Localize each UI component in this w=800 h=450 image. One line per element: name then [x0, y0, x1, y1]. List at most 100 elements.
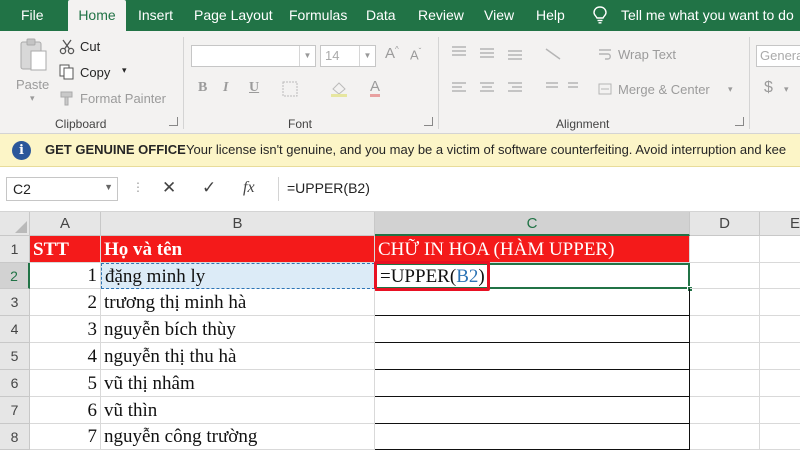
copy-dropdown-icon[interactable]: ▾: [122, 65, 127, 76]
row-header-5[interactable]: 5: [0, 343, 30, 370]
stt-cell[interactable]: 7: [30, 424, 101, 450]
result-cell[interactable]: [375, 343, 690, 370]
row-header-2[interactable]: 2: [0, 263, 30, 289]
row-header-4[interactable]: 4: [0, 316, 30, 343]
tab-page-layout[interactable]: Page Layout: [194, 0, 273, 31]
cell[interactable]: [760, 316, 800, 343]
merge-dropdown-icon[interactable]: ▾: [728, 84, 733, 95]
clipboard-launcher-icon[interactable]: [169, 117, 178, 126]
cell[interactable]: [760, 289, 800, 316]
cell[interactable]: [690, 343, 760, 370]
currency-dropdown-icon[interactable]: ▾: [784, 84, 789, 95]
alignment-launcher-icon[interactable]: [735, 117, 744, 126]
name-cell[interactable]: nguyễn thị thu hà: [101, 343, 375, 370]
select-all-button[interactable]: [0, 212, 30, 236]
stt-cell[interactable]: 5: [30, 370, 101, 397]
cell[interactable]: [760, 236, 800, 263]
message-body: Your license isn't genuine, and you may …: [186, 142, 787, 157]
stt-cell[interactable]: 1: [30, 263, 101, 289]
drag-handle-icon[interactable]: ⋮: [132, 180, 144, 194]
cell[interactable]: [690, 263, 760, 289]
currency-button[interactable]: $: [764, 79, 773, 97]
increase-font-size-icon[interactable]: A^: [385, 45, 399, 62]
cell[interactable]: [690, 316, 760, 343]
header-cell-upper[interactable]: CHỮ IN HOA (HÀM UPPER): [375, 236, 690, 263]
row-header-7[interactable]: 7: [0, 397, 30, 424]
result-cell[interactable]: [375, 370, 690, 397]
tab-view[interactable]: View: [484, 0, 514, 31]
number-format-dropdown[interactable]: Genera: [756, 45, 800, 67]
stt-cell[interactable]: 3: [30, 316, 101, 343]
name-cell[interactable]: nguyễn bích thùy: [101, 316, 375, 343]
cell[interactable]: [760, 397, 800, 424]
header-cell-name[interactable]: Họ và tên: [101, 236, 375, 263]
font-size-value: 14: [325, 48, 340, 63]
result-cell[interactable]: [375, 397, 690, 424]
underline-button[interactable]: U: [249, 80, 259, 96]
row-header-3[interactable]: 3: [0, 289, 30, 316]
row-header-8[interactable]: 8: [0, 424, 30, 450]
tab-formulas[interactable]: Formulas: [289, 0, 347, 31]
stt-cell[interactable]: 6: [30, 397, 101, 424]
merge-center-button[interactable]: Merge & Center: [618, 82, 710, 97]
font-color-icon[interactable]: A: [370, 79, 381, 97]
cell[interactable]: [690, 424, 760, 450]
formula-input[interactable]: =UPPER(B2): [278, 177, 800, 201]
header-cell-stt[interactable]: STT: [30, 236, 101, 263]
cell[interactable]: [760, 263, 800, 289]
tab-review[interactable]: Review: [418, 0, 464, 31]
alignment-buttons-icon[interactable]: [450, 43, 580, 103]
name-cell[interactable]: nguyễn công trường: [101, 424, 375, 450]
fill-color-icon[interactable]: [330, 81, 348, 97]
name-box[interactable]: C2 ▼: [6, 177, 118, 201]
column-header-c[interactable]: C: [375, 212, 690, 236]
result-cell[interactable]: [375, 289, 690, 316]
cell[interactable]: [690, 397, 760, 424]
paste-icon[interactable]: [18, 37, 48, 73]
chevron-down-icon[interactable]: ▼: [104, 182, 113, 192]
highlight-box: [374, 261, 490, 291]
insert-function-icon[interactable]: fx: [243, 179, 255, 197]
tab-home[interactable]: Home: [68, 0, 126, 31]
cell[interactable]: [760, 343, 800, 370]
tab-data[interactable]: Data: [366, 0, 396, 31]
name-cell[interactable]: vũ thị nhâm: [101, 370, 375, 397]
enter-icon[interactable]: ✓: [202, 178, 216, 198]
font-name-dropdown[interactable]: ▼: [191, 45, 316, 67]
row-header-1[interactable]: 1: [0, 236, 30, 263]
cancel-icon[interactable]: ✕: [162, 178, 176, 198]
name-cell[interactable]: vũ thìn: [101, 397, 375, 424]
stt-cell[interactable]: 2: [30, 289, 101, 316]
font-launcher-icon[interactable]: [424, 117, 433, 126]
cut-button[interactable]: Cut: [80, 39, 100, 54]
name-cell-referenced[interactable]: đặng minh ly: [101, 263, 375, 289]
decrease-font-size-icon[interactable]: Aˇ: [410, 47, 421, 62]
result-cell[interactable]: [375, 424, 690, 450]
column-header-d[interactable]: D: [690, 212, 760, 236]
italic-button[interactable]: I: [223, 80, 228, 96]
tell-me-search[interactable]: Tell me what you want to do: [621, 0, 794, 31]
wrap-text-button[interactable]: Wrap Text: [618, 47, 676, 62]
paste-dropdown-icon[interactable]: ▾: [30, 93, 35, 104]
column-header-b[interactable]: B: [101, 212, 375, 236]
tab-insert[interactable]: Insert: [138, 0, 173, 31]
cell[interactable]: [690, 289, 760, 316]
column-header-e[interactable]: E: [760, 212, 800, 236]
result-cell[interactable]: [375, 316, 690, 343]
cell[interactable]: [760, 370, 800, 397]
name-cell[interactable]: trương thị minh hà: [101, 289, 375, 316]
tab-file[interactable]: File: [21, 0, 44, 31]
cell[interactable]: [760, 424, 800, 450]
bold-button[interactable]: B: [198, 80, 207, 96]
cell[interactable]: [690, 236, 760, 263]
stt-cell[interactable]: 4: [30, 343, 101, 370]
column-header-a[interactable]: A: [30, 212, 101, 236]
cell[interactable]: [690, 370, 760, 397]
copy-button[interactable]: Copy: [80, 65, 110, 80]
format-painter-button[interactable]: Format Painter: [80, 91, 166, 106]
paste-button[interactable]: Paste: [16, 77, 49, 92]
row-header-6[interactable]: 6: [0, 370, 30, 397]
borders-icon[interactable]: [282, 81, 298, 97]
font-size-dropdown[interactable]: 14 ▼: [320, 45, 376, 67]
tab-help[interactable]: Help: [536, 0, 565, 31]
